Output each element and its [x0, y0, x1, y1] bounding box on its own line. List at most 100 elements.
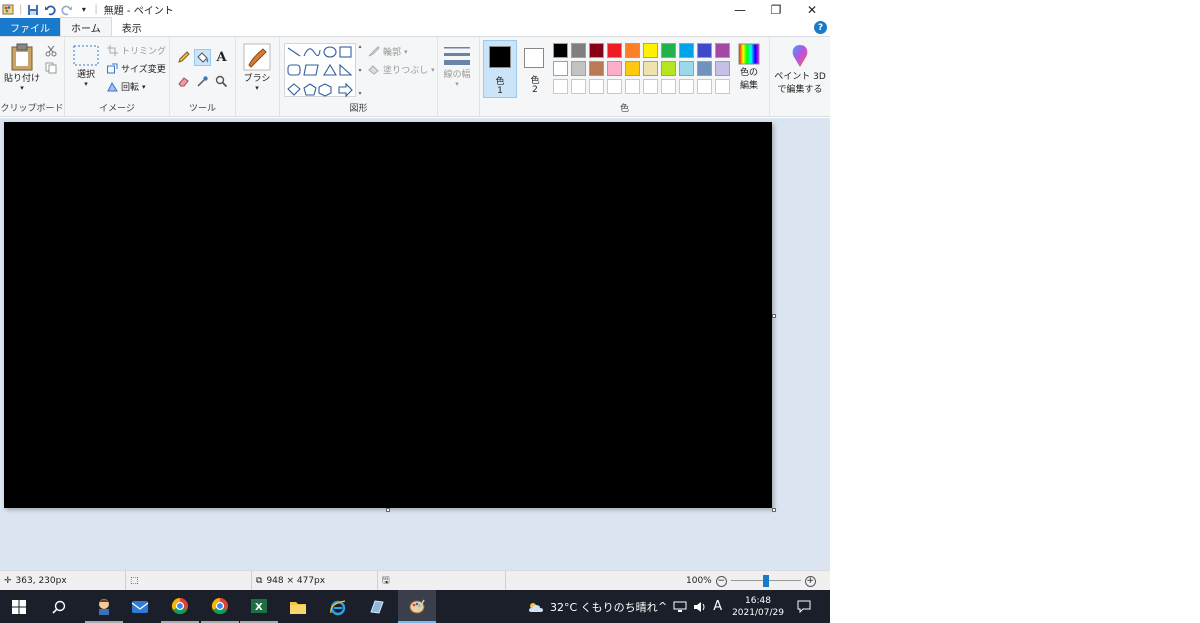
- tab-file[interactable]: ファイル: [0, 18, 60, 36]
- resize-handle-right[interactable]: [772, 314, 776, 318]
- palette-color-swatch[interactable]: [679, 43, 694, 58]
- edit-colors-button[interactable]: 色の 編集: [733, 43, 765, 91]
- customize-quick-access-icon[interactable]: ▾: [77, 3, 90, 16]
- taskbar-app-explorer[interactable]: [279, 590, 317, 623]
- palette-color-swatch[interactable]: [697, 43, 712, 58]
- taskbar-app-ie[interactable]: [319, 590, 357, 623]
- brush-button[interactable]: ブラシ ▾: [243, 43, 271, 92]
- notification-center-button[interactable]: [792, 590, 816, 623]
- scroll-down-icon[interactable]: ▾: [358, 67, 361, 74]
- custom-color-slot[interactable]: [643, 79, 658, 94]
- palette-color-swatch[interactable]: [715, 43, 730, 58]
- custom-color-slot[interactable]: [571, 79, 586, 94]
- resize-button[interactable]: サイズ変更: [107, 62, 166, 75]
- color-picker-icon[interactable]: [194, 73, 211, 90]
- cut-icon[interactable]: [42, 42, 59, 59]
- outline-button[interactable]: 輪郭 ▾: [368, 45, 408, 58]
- taskbar-app-chrome-2[interactable]: [201, 590, 239, 623]
- undo-icon[interactable]: [43, 3, 56, 16]
- image-size-text: 948 × 477px: [266, 576, 326, 586]
- search-button[interactable]: [40, 590, 78, 623]
- custom-color-slot[interactable]: [697, 79, 712, 94]
- palette-color-swatch[interactable]: [661, 43, 676, 58]
- paste-button[interactable]: 貼り付け ▾: [4, 43, 40, 92]
- zoom-slider-thumb[interactable]: [762, 575, 769, 587]
- palette-color-swatch[interactable]: [643, 61, 658, 76]
- taskbar-app-excel[interactable]: X: [240, 590, 278, 623]
- fill-dropdown-icon: ▾: [431, 65, 435, 74]
- palette-color-swatch[interactable]: [607, 61, 622, 76]
- close-button[interactable]: ✕: [794, 0, 830, 19]
- palette-color-swatch[interactable]: [571, 43, 586, 58]
- taskbar-app-mail[interactable]: [121, 590, 159, 623]
- save-icon[interactable]: [26, 3, 39, 16]
- restore-button[interactable]: ❐: [758, 0, 794, 19]
- fill-button[interactable]: 塗りつぶし ▾: [368, 63, 435, 76]
- taskbar-app-paint[interactable]: [398, 590, 436, 623]
- select-button[interactable]: 選択 ▾: [73, 45, 99, 88]
- zoom-out-button[interactable]: −: [715, 575, 727, 587]
- custom-color-slot[interactable]: [715, 79, 730, 94]
- fill-bucket-icon[interactable]: [194, 49, 211, 66]
- size-button[interactable]: 線の幅 ▾: [443, 45, 471, 88]
- edit-in-paint3d-button[interactable]: ペイント 3D で編集する: [772, 43, 828, 95]
- taskbar-app-character[interactable]: [85, 590, 123, 623]
- color2-swatch: [524, 48, 544, 68]
- custom-color-slot[interactable]: [589, 79, 604, 94]
- palette-color-swatch[interactable]: [553, 43, 568, 58]
- help-icon[interactable]: ?: [814, 21, 827, 34]
- ime-indicator[interactable]: A: [713, 599, 722, 614]
- zoom-in-button[interactable]: +: [804, 575, 816, 587]
- zoom-slider[interactable]: [730, 575, 801, 587]
- trim-button[interactable]: トリミング: [107, 44, 166, 57]
- copy-icon[interactable]: [42, 59, 59, 76]
- weather-widget[interactable]: 32°C くもりのち晴れ: [528, 590, 658, 623]
- palette-color-swatch[interactable]: [589, 61, 604, 76]
- palette-color-swatch[interactable]: [661, 61, 676, 76]
- cursor-position-text: 363, 230px: [15, 576, 67, 586]
- palette-color-swatch[interactable]: [607, 43, 622, 58]
- magnifier-icon[interactable]: [213, 73, 230, 90]
- palette-color-swatch[interactable]: [589, 43, 604, 58]
- clock[interactable]: 16:48 2021/07/29: [730, 590, 786, 623]
- minimize-button[interactable]: —: [722, 0, 758, 19]
- color1-number: 1: [497, 86, 503, 96]
- palette-color-swatch[interactable]: [625, 43, 640, 58]
- expand-gallery-icon[interactable]: ▾: [358, 90, 361, 97]
- pencil-icon[interactable]: [175, 49, 192, 66]
- palette-color-swatch[interactable]: [625, 61, 640, 76]
- network-icon[interactable]: [673, 601, 687, 613]
- start-button[interactable]: [0, 590, 38, 623]
- color2-button[interactable]: 色 2: [520, 40, 550, 98]
- scroll-up-icon[interactable]: ▴: [358, 43, 361, 50]
- rotate-button[interactable]: 回転 ▾: [107, 80, 146, 93]
- color1-button[interactable]: 色 1: [483, 40, 517, 98]
- taskbar-app-notes[interactable]: [358, 590, 396, 623]
- tab-view[interactable]: 表示: [112, 18, 152, 36]
- eraser-icon[interactable]: [175, 73, 192, 90]
- text-tool-icon[interactable]: A: [213, 49, 230, 66]
- drawing-canvas[interactable]: [4, 122, 772, 508]
- resize-handle-bottom[interactable]: [386, 508, 390, 512]
- custom-color-slot[interactable]: [553, 79, 568, 94]
- taskbar: X 32°C くもりのち晴れ ^ A 16:48 2021/07/29: [0, 590, 830, 623]
- custom-color-slot[interactable]: [625, 79, 640, 94]
- show-hidden-icons-icon[interactable]: ^: [658, 600, 667, 613]
- resize-handle-corner[interactable]: [772, 508, 776, 512]
- tab-home[interactable]: ホーム: [60, 17, 112, 36]
- redo-icon[interactable]: [60, 3, 73, 16]
- shapes-gallery[interactable]: [284, 43, 356, 98]
- taskbar-app-chrome-1[interactable]: [161, 590, 199, 623]
- palette-color-swatch[interactable]: [553, 61, 568, 76]
- volume-icon[interactable]: [693, 601, 707, 613]
- palette-color-swatch[interactable]: [643, 43, 658, 58]
- shapes-gallery-scroll[interactable]: ▴ ▾ ▾: [356, 43, 364, 97]
- palette-color-swatch[interactable]: [697, 61, 712, 76]
- custom-color-slot[interactable]: [679, 79, 694, 94]
- line-width-icon: [444, 47, 470, 65]
- palette-color-swatch[interactable]: [679, 61, 694, 76]
- custom-color-slot[interactable]: [661, 79, 676, 94]
- palette-color-swatch[interactable]: [571, 61, 586, 76]
- palette-color-swatch[interactable]: [715, 61, 730, 76]
- custom-color-slot[interactable]: [607, 79, 622, 94]
